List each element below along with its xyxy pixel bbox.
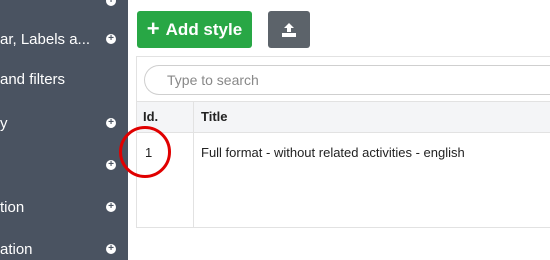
column-divider (193, 101, 194, 227)
highlight-circle (119, 126, 171, 178)
styles-panel: Type to search Id. Title 1 Full format -… (136, 56, 550, 228)
upload-icon (282, 22, 296, 37)
table-header (137, 101, 550, 133)
plus-icon: + (146, 15, 160, 41)
sidebar-item-4[interactable]: + (0, 150, 128, 180)
sidebar: + ar, Labels a... + and filters y + + ti… (0, 0, 128, 260)
expand-plus-icon[interactable]: + (106, 160, 116, 170)
sidebar-item-6[interactable]: ation + (0, 234, 128, 260)
add-style-label: Add style (165, 19, 243, 39)
sidebar-item-5[interactable]: tion + (0, 192, 128, 222)
expand-plus-icon[interactable]: + (106, 118, 116, 128)
sidebar-item-2[interactable]: and filters (0, 64, 128, 94)
add-style-button[interactable]: + Add style (137, 11, 252, 48)
expand-plus-icon[interactable]: + (106, 244, 116, 254)
sidebar-item-label: ation (0, 240, 33, 258)
expand-plus-icon[interactable]: + (106, 202, 116, 212)
sidebar-item-0[interactable]: + (0, 0, 128, 10)
sidebar-item-label: y (0, 114, 8, 132)
expand-plus-icon[interactable]: + (106, 0, 116, 6)
search-placeholder: Type to search (167, 72, 259, 88)
upload-button[interactable] (268, 11, 310, 48)
column-header-id[interactable]: Id. (143, 109, 158, 124)
sidebar-item-label: ar, Labels a... (0, 30, 91, 48)
sidebar-item-label: and filters (0, 70, 66, 88)
row-title-cell[interactable]: Full format - without related activities… (201, 145, 465, 160)
sidebar-item-3[interactable]: y + (0, 108, 128, 138)
main-content: + Add style Type to search Id. Title 1 F… (128, 0, 550, 260)
sidebar-item-label: tion (0, 198, 25, 216)
expand-plus-icon[interactable]: + (106, 34, 116, 44)
search-input[interactable]: Type to search (144, 65, 550, 95)
column-header-title[interactable]: Title (201, 109, 228, 124)
sidebar-item-1[interactable]: ar, Labels a... + (0, 24, 128, 54)
